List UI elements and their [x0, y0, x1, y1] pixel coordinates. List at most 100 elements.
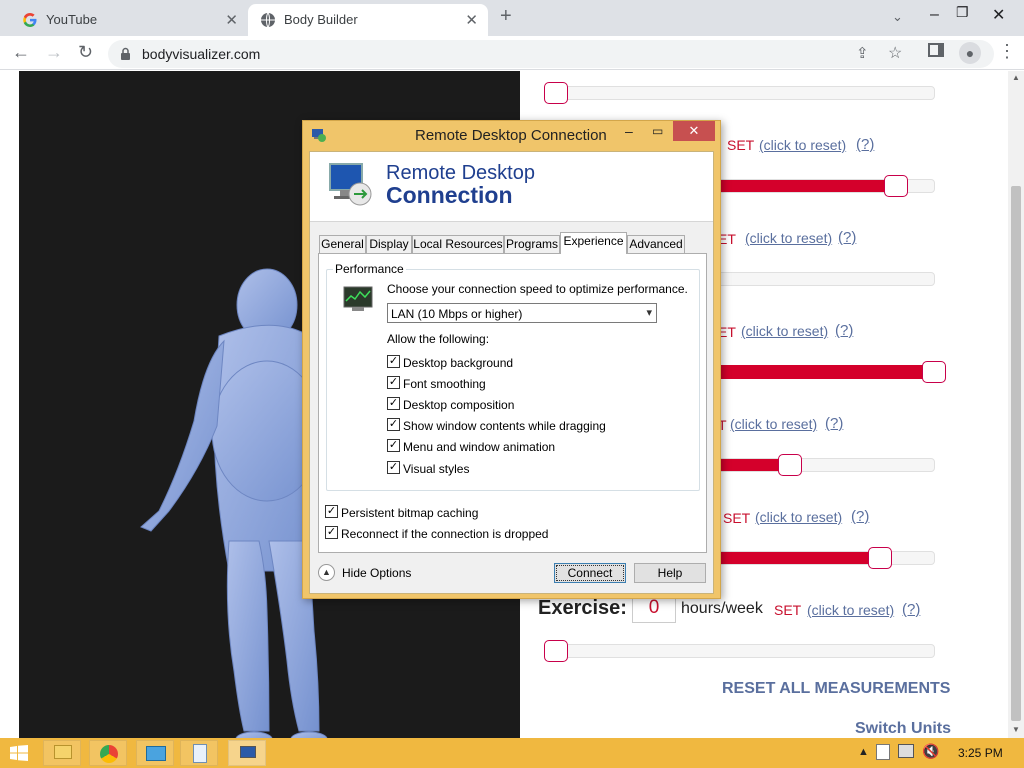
option-label: Font smoothing	[403, 377, 486, 391]
screen: YouTube ✕ Body Builder ✕ + ⌄ – ❐ ✕ ← → ↻…	[0, 0, 1024, 768]
slider-thumb[interactable]	[868, 547, 892, 569]
windows-start-icon[interactable]	[10, 745, 28, 761]
taskbar-remote-desktop[interactable]	[228, 740, 266, 766]
forward-icon[interactable]: →	[45, 42, 63, 63]
taskbar-file-explorer[interactable]	[43, 740, 81, 766]
tab-search-icon[interactable]: ⌄	[892, 9, 903, 25]
photos-icon	[146, 746, 166, 761]
checkbox[interactable]: ✓	[387, 397, 400, 410]
set-label[interactable]: SET	[774, 602, 801, 618]
experience-tab-panel: Performance Choose your connection speed…	[318, 253, 707, 553]
help-link[interactable]: (?)	[856, 136, 874, 153]
rdc-banner: Remote Desktop Connection	[310, 152, 713, 222]
help-link[interactable]: (?)	[851, 508, 869, 525]
tab-display[interactable]: Display	[366, 235, 412, 254]
hide-options-label: Hide Options	[342, 566, 412, 580]
rdc-app-icon	[312, 129, 326, 142]
chrome-icon	[100, 745, 118, 763]
checkbox[interactable]: ✓	[325, 505, 338, 518]
switch-units-button[interactable]: Switch Units	[855, 720, 951, 738]
close-tab-icon[interactable]: ✕	[225, 11, 238, 29]
tab-programs[interactable]: Programs	[504, 235, 560, 254]
allow-label: Allow the following:	[387, 332, 490, 346]
tab-local-resources[interactable]: Local Resources	[412, 235, 504, 254]
reset-link[interactable]: (click to reset)	[730, 416, 817, 432]
slider-thumb[interactable]	[544, 82, 568, 104]
set-label[interactable]: SET	[723, 510, 750, 526]
taskbar-photos[interactable]	[136, 740, 174, 766]
performance-group: Performance Choose your connection speed…	[326, 262, 700, 491]
scroll-up-icon[interactable]: ▲	[1012, 73, 1020, 82]
tab-body-builder[interactable]: Body Builder ✕	[248, 4, 488, 36]
scrollbar-thumb[interactable]	[1011, 186, 1021, 721]
side-panel-icon[interactable]	[928, 43, 944, 57]
reset-all-button[interactable]: RESET ALL MEASUREMENTS	[722, 680, 950, 698]
chevron-down-icon[interactable]: ▾	[646, 306, 652, 319]
slider-thumb[interactable]	[922, 361, 946, 383]
clock[interactable]: 3:25 PM	[958, 746, 1003, 760]
tab-strip: YouTube ✕ Body Builder ✕ + ⌄ – ❐ ✕	[0, 0, 1024, 36]
help-link[interactable]: (?)	[835, 322, 853, 339]
reset-link[interactable]: (click to reset)	[807, 602, 894, 618]
tab-advanced[interactable]: Advanced	[627, 235, 685, 254]
connect-button[interactable]: Connect	[554, 563, 626, 583]
rdc-maximize-icon[interactable]: ▭	[652, 124, 663, 138]
address-bar[interactable]: bodyvisualizer.com ⇪ ☆	[108, 40, 994, 68]
rdc-window: Remote Desktop Connection – ▭ ✕ Remote D…	[302, 120, 721, 599]
share-icon[interactable]: ⇪	[856, 44, 869, 62]
taskbar-notepad[interactable]	[180, 740, 218, 766]
checkbox[interactable]: ✓	[387, 461, 400, 474]
help-button[interactable]: Help	[634, 563, 706, 583]
menu-kebab-icon[interactable]: ⋮	[998, 41, 1016, 62]
rdc-minimize-icon[interactable]: –	[625, 123, 633, 139]
scroll-down-icon[interactable]: ▼	[1012, 725, 1020, 734]
tab-youtube[interactable]: YouTube ✕	[8, 4, 248, 36]
tab-general[interactable]: General	[319, 235, 366, 254]
slider-track[interactable]	[546, 86, 935, 100]
connection-speed-select[interactable]: LAN (10 Mbps or higher) ▾	[387, 303, 657, 323]
close-window-icon[interactable]: ✕	[992, 5, 1005, 25]
profile-avatar-icon[interactable]: ●	[959, 42, 981, 64]
tab-experience[interactable]: Experience	[560, 232, 627, 254]
rdc-close-icon[interactable]: ✕	[673, 121, 715, 141]
performance-group-label: Performance	[333, 262, 406, 276]
checkbox[interactable]: ✓	[387, 418, 400, 431]
set-label[interactable]: SET	[727, 137, 754, 153]
chevron-up-icon[interactable]: ▲	[318, 564, 335, 581]
option-label: Persistent bitmap caching	[341, 506, 479, 520]
back-icon[interactable]: ←	[12, 42, 30, 63]
network-icon[interactable]	[898, 744, 914, 758]
volume-muted-icon[interactable]: 🔇	[922, 743, 939, 760]
slider-thumb[interactable]	[778, 454, 802, 476]
slider-track[interactable]	[710, 551, 935, 565]
reload-icon[interactable]: ↻	[78, 42, 93, 63]
exercise-slider-thumb[interactable]	[544, 640, 568, 662]
taskbar-chrome[interactable]	[89, 740, 127, 766]
reset-link[interactable]: (click to reset)	[755, 509, 842, 525]
bookmark-star-icon[interactable]: ☆	[888, 43, 902, 63]
slider-track[interactable]	[710, 365, 945, 379]
minimize-icon[interactable]: –	[930, 6, 939, 24]
checkbox[interactable]: ✓	[387, 439, 400, 452]
checkbox[interactable]: ✓	[387, 355, 400, 368]
tray-show-hidden-icon[interactable]: ▲	[858, 746, 869, 758]
slider-track[interactable]	[710, 458, 935, 472]
restore-icon[interactable]: ❐	[956, 4, 969, 21]
reset-link[interactable]: (click to reset)	[759, 137, 846, 153]
reset-link[interactable]: (click to reset)	[745, 230, 832, 246]
browser-toolbar: ← → ↻ bodyvisualizer.com ⇪ ☆ ● ⋮	[0, 36, 1024, 70]
reset-link[interactable]: (click to reset)	[741, 323, 828, 339]
help-link[interactable]: (?)	[838, 229, 856, 246]
page-scrollbar[interactable]: ▲ ▼	[1008, 71, 1024, 738]
checkbox[interactable]: ✓	[387, 376, 400, 389]
help-link[interactable]: (?)	[902, 601, 920, 618]
slider-track[interactable]	[710, 272, 935, 286]
checkbox[interactable]: ✓	[325, 526, 338, 539]
close-tab-icon[interactable]: ✕	[465, 11, 478, 29]
exercise-slider-track[interactable]	[546, 644, 935, 658]
new-tab-button[interactable]: +	[500, 5, 512, 28]
action-center-icon[interactable]	[876, 744, 890, 760]
lock-icon[interactable]	[120, 47, 131, 61]
help-link[interactable]: (?)	[825, 415, 843, 432]
slider-thumb[interactable]	[884, 175, 908, 197]
